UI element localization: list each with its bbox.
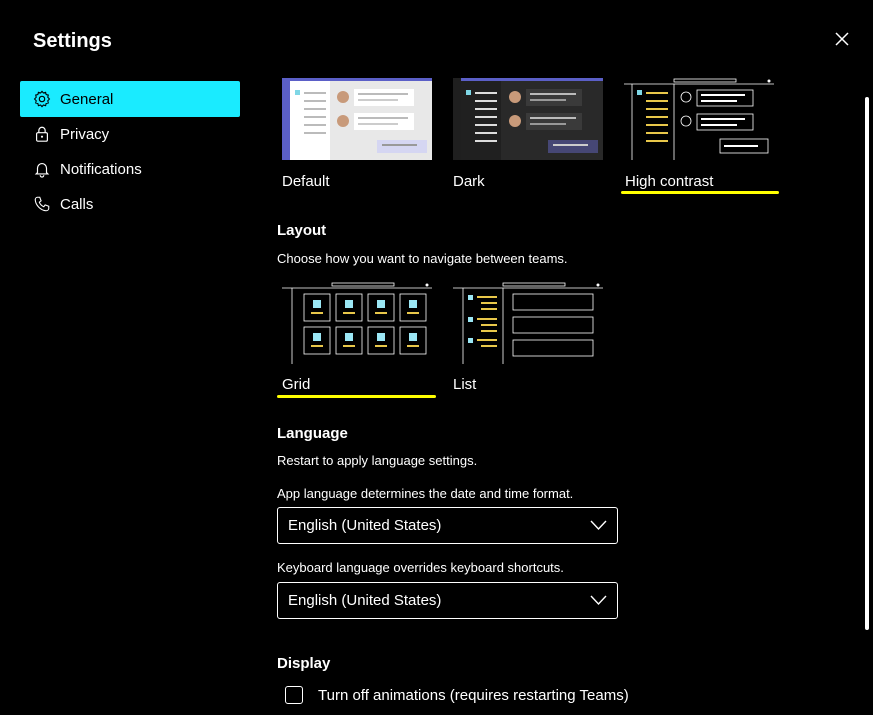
phone-icon	[32, 194, 52, 214]
nav-item-privacy[interactable]: Privacy	[20, 116, 240, 152]
layout-description: Choose how you want to navigate between …	[277, 251, 568, 266]
keyboard-language-description: Keyboard language overrides keyboard sho…	[277, 560, 564, 575]
turn-off-animations-option[interactable]: Turn off animations (requires restarting…	[285, 686, 629, 704]
layout-list-label[interactable]: List	[453, 376, 476, 393]
theme-dark-label[interactable]: Dark	[453, 173, 485, 190]
app-language-dropdown[interactable]: English (United States)	[277, 507, 618, 544]
nav-item-label: General	[60, 90, 114, 108]
language-restart-note: Restart to apply language settings.	[277, 453, 478, 468]
chevron-down-icon	[590, 520, 607, 531]
turn-off-animations-label: Turn off animations (requires restarting…	[318, 686, 629, 704]
theme-dark-thumbnail[interactable]	[453, 78, 603, 160]
theme-high-contrast-label[interactable]: High contrast	[625, 173, 713, 190]
settings-nav: General Privacy Notifications Calls	[20, 81, 240, 221]
layout-list-thumbnail[interactable]	[453, 282, 603, 364]
display-heading: Display	[277, 655, 331, 672]
scrollbar[interactable]	[865, 97, 869, 630]
lock-icon	[32, 124, 52, 144]
gear-icon	[32, 89, 52, 109]
nav-item-label: Notifications	[60, 160, 142, 178]
layout-heading: Layout	[277, 222, 327, 239]
dialog-title: Settings	[33, 30, 112, 52]
nav-item-notifications[interactable]: Notifications	[20, 151, 240, 187]
settings-dialog: Settings General Privacy Notifications C…	[0, 0, 873, 715]
layout-grid-label[interactable]: Grid	[282, 376, 310, 393]
layout-selected-indicator	[277, 395, 436, 398]
keyboard-language-dropdown[interactable]: English (United States)	[277, 582, 618, 619]
app-language-description: App language determines the date and tim…	[277, 486, 574, 501]
keyboard-language-value: English (United States)	[288, 592, 442, 609]
app-language-value: English (United States)	[288, 517, 442, 534]
turn-off-animations-checkbox[interactable]	[285, 686, 303, 704]
theme-selected-indicator	[621, 191, 779, 194]
chevron-down-icon	[590, 595, 607, 606]
nav-item-calls[interactable]: Calls	[20, 186, 240, 222]
theme-default-thumbnail[interactable]	[282, 78, 432, 160]
nav-item-label: Privacy	[60, 125, 110, 143]
theme-high-contrast-thumbnail[interactable]	[624, 78, 774, 160]
general-settings-pane: Default Dark High contrast Layout Choose…	[277, 0, 857, 715]
nav-item-general[interactable]: General	[20, 81, 240, 117]
bell-icon	[32, 159, 52, 179]
nav-item-label: Calls	[60, 195, 94, 213]
theme-default-label[interactable]: Default	[282, 173, 330, 190]
layout-grid-thumbnail[interactable]	[282, 282, 432, 364]
language-heading: Language	[277, 425, 348, 442]
